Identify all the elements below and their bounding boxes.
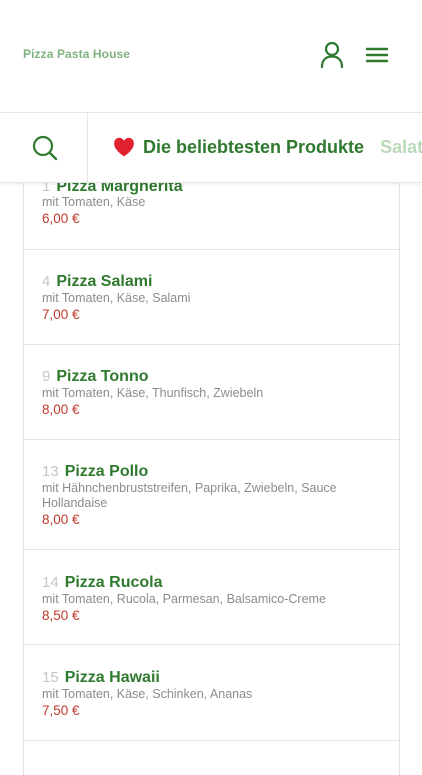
product-price: 8,00 € xyxy=(42,512,80,527)
product-item-salami[interactable]: 4 Pizza Salami mit Tomaten, Käse, Salami … xyxy=(24,250,399,345)
product-title: 13 Pizza Pollo xyxy=(42,463,148,481)
heart-icon xyxy=(112,135,136,159)
product-item-hawaii[interactable]: 15 Pizza Hawaii mit Tomaten, Käse, Schink… xyxy=(24,645,399,741)
product-description: mit Tomaten, Käse, Thunfisch, Zwiebeln xyxy=(42,386,264,400)
user-icon xyxy=(320,41,344,69)
product-number: 14 xyxy=(42,574,59,591)
product-name: Pizza Salami xyxy=(56,273,153,290)
product-number: 15 xyxy=(42,669,59,686)
category-tab-salate[interactable]: Salate xyxy=(380,135,422,159)
product-price: 7,00 € xyxy=(42,307,80,322)
app-header: Pizza Pasta House xyxy=(0,0,422,113)
category-bar: Die beliebtesten Produkte Salate xyxy=(0,113,422,183)
product-price: 7,50 € xyxy=(42,703,80,718)
product-name: Pizza Pollo xyxy=(64,463,149,480)
category-tab-popular[interactable]: Die beliebtesten Produkte xyxy=(112,135,364,159)
product-price: 8,00 € xyxy=(42,402,80,417)
search-button[interactable] xyxy=(0,113,88,182)
product-name: Pizza Rucola xyxy=(64,574,163,591)
product-name: Pizza Tonno xyxy=(56,368,149,385)
user-account-button[interactable] xyxy=(315,38,349,72)
product-name: Pizza Hawaii xyxy=(64,669,160,686)
product-title: 14 Pizza Rucola xyxy=(42,574,163,592)
menu-button[interactable] xyxy=(360,38,394,72)
product-item-tonno[interactable]: 9 Pizza Tonno mit Tomaten, Käse, Thunfisc… xyxy=(24,345,399,440)
product-number: 4 xyxy=(42,273,51,290)
product-description: mit Hähnchenbruststreifen, Paprika, Zwie… xyxy=(42,481,337,510)
product-title: 4 Pizza Salami xyxy=(42,273,152,291)
product-description: mit Tomaten, Käse, Salami xyxy=(42,291,191,305)
search-icon xyxy=(32,135,58,161)
brand-title[interactable]: Pizza Pasta House xyxy=(23,47,130,61)
product-description: mit Tomaten, Rucola, Parmesan, Balsamico… xyxy=(42,592,326,606)
category-tabs: Die beliebtesten Produkte Salate xyxy=(112,135,422,159)
product-item-pollo[interactable]: 13 Pizza Pollo mit Hähnchenbruststreifen,… xyxy=(24,440,399,550)
product-title: 9 Pizza Tonno xyxy=(42,368,148,386)
category-tab-label: Die beliebtesten Produkte xyxy=(143,137,365,157)
product-number: 13 xyxy=(42,463,59,480)
product-price: 6,00 € xyxy=(42,211,80,226)
product-list: 1 Pizza Margherita mit Tomaten, Käse 6,00… xyxy=(23,155,400,775)
product-title: 15 Pizza Hawaii xyxy=(42,669,160,687)
hamburger-menu-icon xyxy=(365,47,389,63)
product-price: 8,50 € xyxy=(42,608,80,623)
product-description: mit Tomaten, Käse, Schinken, Ananas xyxy=(42,687,253,701)
product-item-rucola[interactable]: 14 Pizza Rucola mit Tomaten, Rucola, Parm… xyxy=(24,550,399,645)
product-description: mit Tomaten, Käse xyxy=(42,195,146,209)
product-number: 9 xyxy=(42,368,51,385)
